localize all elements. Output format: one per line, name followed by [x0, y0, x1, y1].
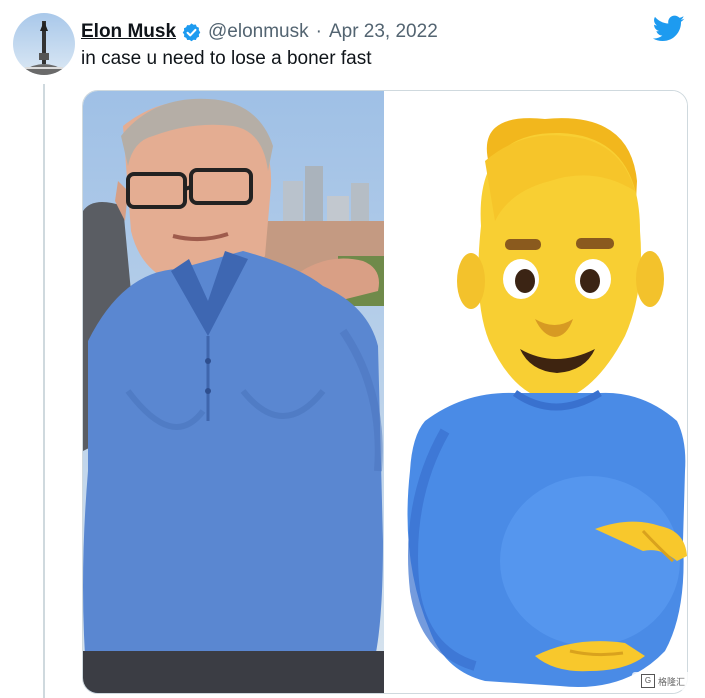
- verified-badge-icon: [181, 22, 202, 43]
- watermark-logo: G: [640, 674, 655, 688]
- tweet-date[interactable]: Apr 23, 2022: [329, 21, 438, 43]
- watermark-text: 格隆汇: [657, 676, 685, 687]
- photo-man-blue-polo[interactable]: [83, 91, 384, 693]
- tweet-text: in case u need to lose a boner fast: [81, 48, 372, 69]
- profile-avatar[interactable]: [13, 13, 75, 75]
- separator-dot: ·: [315, 21, 322, 42]
- pregnant-man-emoji[interactable]: [385, 91, 687, 693]
- tweet-header: Elon Musk @elonmusk · Apr 23, 2022: [81, 18, 438, 46]
- display-name[interactable]: Elon Musk: [81, 21, 176, 43]
- watermark: G 格隆汇: [632, 672, 694, 690]
- twitter-bird-icon[interactable]: [652, 15, 685, 43]
- tweet-media[interactable]: [82, 90, 688, 694]
- tweet-card[interactable]: Elon Musk @elonmusk · Apr 23, 2022 in ca…: [0, 0, 705, 698]
- username-handle[interactable]: @elonmusk: [208, 21, 309, 43]
- thread-line: [43, 84, 45, 698]
